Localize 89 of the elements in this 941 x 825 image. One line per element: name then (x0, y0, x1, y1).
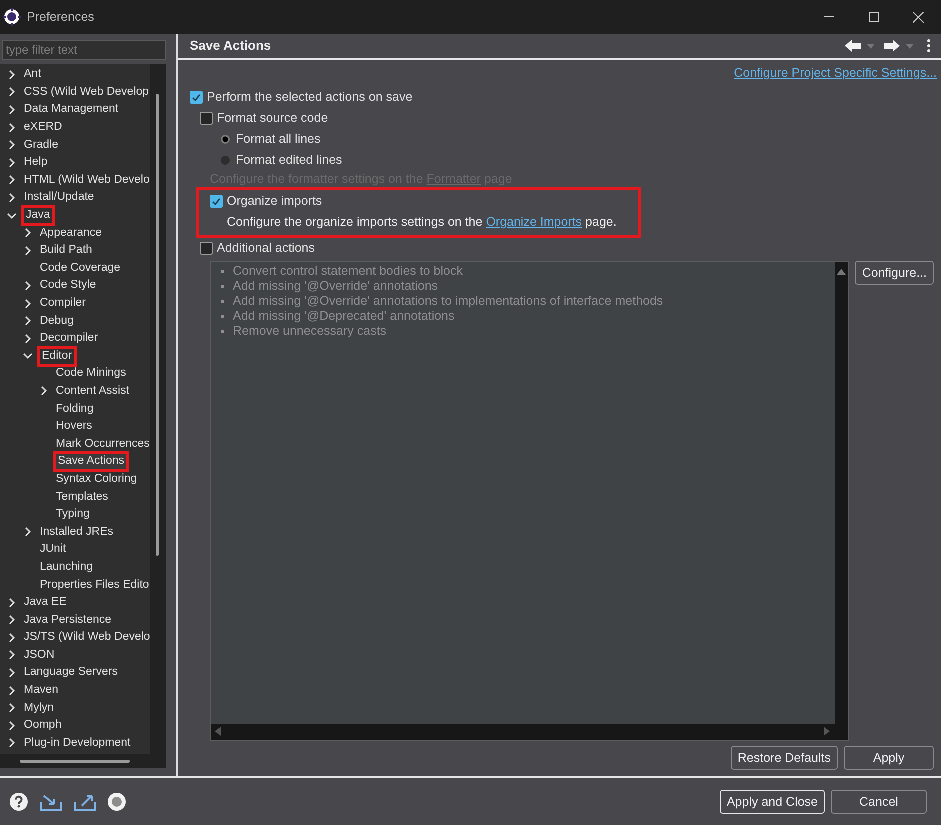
checkbox[interactable] (200, 242, 213, 255)
tree-item[interactable]: Maven (21, 682, 62, 700)
bullet-icon (221, 330, 224, 333)
tree-item[interactable]: JS/TS (Wild Web Develo (21, 629, 154, 646)
apply-button[interactable]: Apply (844, 746, 934, 770)
tree-item[interactable]: eXERD (21, 119, 66, 136)
tree-item[interactable]: JSON (21, 646, 58, 664)
checkbox-label[interactable]: Perform the selected actions on save (207, 88, 413, 107)
record-icon[interactable] (108, 792, 126, 810)
radio-button[interactable] (221, 135, 230, 144)
restore-defaults-button[interactable]: Restore Defaults (730, 746, 838, 770)
help-icon[interactable] (10, 792, 28, 810)
scrollbar-thumb[interactable] (20, 760, 130, 763)
scroll-left-icon[interactable] (215, 727, 221, 736)
tree-item[interactable]: Ant (21, 66, 44, 84)
maximize-icon[interactable] (868, 12, 878, 22)
checkbox-label[interactable]: Organize imports (227, 192, 322, 211)
export-icon[interactable] (74, 792, 96, 810)
bullet-icon (221, 285, 224, 288)
bullet-icon (221, 270, 224, 273)
scrollbar[interactable] (211, 724, 848, 740)
configure-button[interactable]: Configure... (855, 261, 934, 285)
scrollbar-thumb[interactable] (156, 94, 159, 556)
tree-item[interactable]: Language Servers (21, 664, 121, 682)
tree-item[interactable]: HTML (Wild Web Develo (21, 172, 153, 189)
link[interactable]: Organize Imports (486, 215, 582, 230)
checkbox[interactable] (190, 91, 203, 104)
tree-item[interactable]: Install/Update (21, 189, 98, 206)
radio-button[interactable] (221, 156, 230, 165)
checkbox-label[interactable]: Additional actions (217, 239, 315, 258)
list-item: Remove unnecessary casts (233, 323, 387, 340)
tree-item[interactable]: JUnit (37, 541, 70, 558)
tree-item[interactable]: Decompiler (37, 330, 102, 348)
list-item: Add missing '@Override' annotations (233, 278, 438, 296)
tree-item[interactable]: Code Style (37, 277, 100, 294)
tree-item[interactable]: Java (21, 205, 56, 226)
filter-field[interactable]: type filter text (2, 40, 166, 60)
tree-item[interactable]: Editor (37, 346, 78, 367)
tree-item[interactable]: Folding (53, 400, 97, 418)
tree-item[interactable]: Installed JREs (37, 524, 117, 541)
page-title: Save Actions (190, 37, 272, 56)
tree-item[interactable]: Code Minings (53, 365, 130, 382)
apply-and-close-button[interactable]: Apply and Close (720, 790, 825, 814)
scrollbar[interactable] (835, 262, 848, 724)
tree-item[interactable]: Syntax Coloring (53, 470, 140, 488)
tree-item[interactable]: Build Path (37, 242, 96, 260)
tree-item[interactable]: Compiler (37, 295, 90, 312)
scroll-up-icon[interactable] (837, 268, 846, 275)
tree-item[interactable]: Mark Occurrences (53, 436, 153, 453)
tree-item[interactable]: Launching (37, 558, 96, 576)
tree-item[interactable]: Appearance (37, 224, 106, 242)
list-item: Add missing '@Override' annotations to implementations of interface methods (233, 293, 664, 310)
tree-item[interactable]: Java EE (21, 594, 70, 612)
tree-item[interactable]: Gradle (21, 136, 62, 154)
tree-item[interactable]: Mylyn (21, 700, 58, 717)
checkbox[interactable] (210, 195, 223, 208)
tree-item[interactable]: Debug (37, 312, 77, 330)
back-icon[interactable] (845, 40, 861, 52)
menu-icon[interactable] (927, 39, 931, 54)
forward-icon[interactable] (884, 40, 900, 52)
bullet-icon (221, 315, 224, 318)
tree-item[interactable]: Code Coverage (37, 260, 124, 277)
hint-text: Configure the organize imports settings on the Organize Imports page. (227, 214, 617, 232)
tree-item[interactable]: Save Actions (53, 451, 130, 472)
tree-item[interactable]: Hovers (53, 418, 96, 436)
tree-item[interactable]: Plug-in Development (21, 734, 134, 752)
checkbox-label[interactable]: Format source code (217, 109, 328, 128)
tree-item[interactable]: Java Persistence (21, 612, 115, 629)
tree-item[interactable]: Typing (53, 506, 93, 524)
list-item: Convert control statement bodies to block (233, 263, 463, 280)
tree-item[interactable]: CSS (Wild Web Develop (21, 84, 152, 101)
close-icon[interactable] (913, 12, 924, 22)
radio-label[interactable]: Format all lines (236, 130, 321, 149)
tree-item[interactable]: Content Assist (53, 382, 133, 400)
tree-item[interactable]: Oomph (21, 717, 65, 734)
tree-item[interactable]: Data Management (21, 101, 122, 118)
tree-item[interactable]: Help (21, 154, 51, 172)
scroll-right-icon[interactable] (824, 727, 830, 736)
tree-item[interactable]: Templates (53, 488, 112, 506)
app-icon (3, 8, 21, 26)
window-title: Preferences (27, 8, 94, 26)
radio-label[interactable]: Format edited lines (236, 151, 342, 170)
list-item: Add missing '@Deprecated' annotations (233, 308, 455, 326)
import-icon[interactable] (40, 792, 62, 810)
checkbox[interactable] (200, 112, 213, 125)
project-settings-link[interactable]: Configure Project Specific Settings... (734, 64, 937, 83)
tree-item[interactable]: Properties Files Edito (37, 576, 152, 594)
bullet-icon (221, 300, 224, 303)
cancel-button[interactable]: Cancel (831, 790, 927, 814)
